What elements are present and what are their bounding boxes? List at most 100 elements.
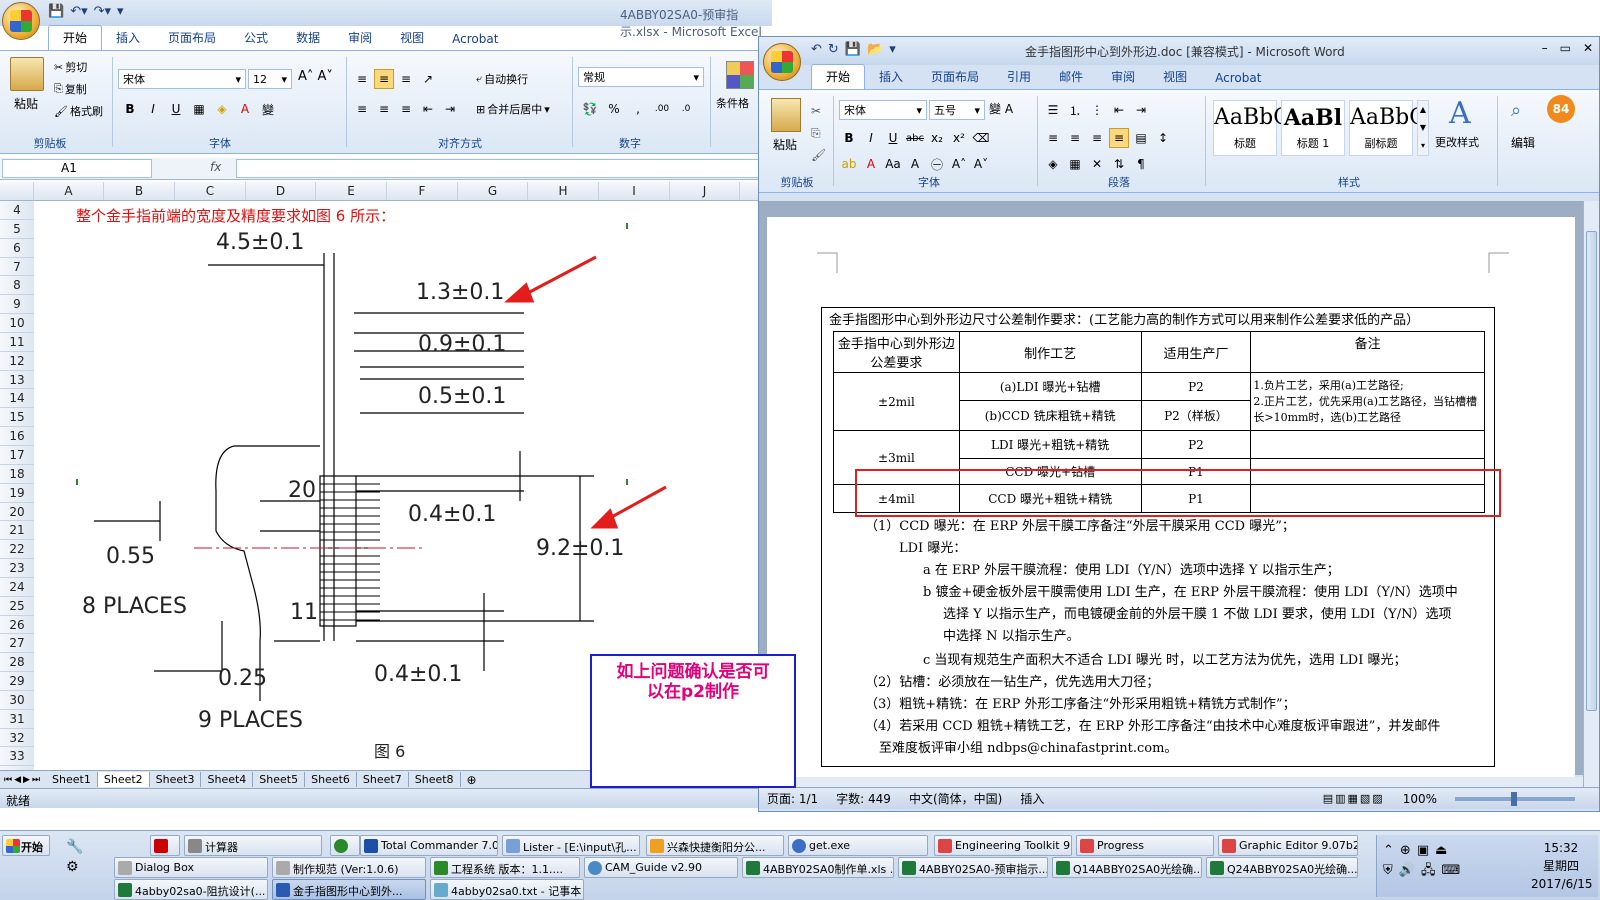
shading-icon[interactable]: ◈: [1043, 154, 1063, 174]
zoom-slider[interactable]: [1455, 791, 1575, 806]
align-middle-icon[interactable]: ≡: [374, 69, 394, 89]
taskbar-xingsen[interactable]: 兴森快捷衡阳分公...: [646, 835, 784, 856]
open-icon[interactable]: 📂: [867, 42, 883, 57]
row-header[interactable]: 29: [0, 672, 34, 691]
tab-view[interactable]: 视图: [1149, 65, 1201, 89]
row-header[interactable]: 7: [0, 257, 34, 277]
tray-security-icon[interactable]: ⛨: [1383, 863, 1399, 878]
row-header[interactable]: 33: [0, 747, 34, 767]
tray-update-icon[interactable]: ⊕: [1400, 843, 1417, 858]
save-icon[interactable]: 💾: [845, 42, 861, 57]
increase-indent-icon[interactable]: ⇥: [1131, 100, 1151, 120]
font-name-combo[interactable]: 宋体 ▾: [118, 69, 246, 89]
tab-acrobat[interactable]: Acrobat: [1201, 68, 1275, 89]
copy-button[interactable]: ⎘ 复制: [54, 81, 87, 97]
redo-icon[interactable]: ↷▾: [94, 4, 111, 19]
change-case-icon[interactable]: Aa: [883, 154, 903, 174]
style-subtitle[interactable]: AaBbC 副标题: [1349, 100, 1426, 156]
sheet-tab-4[interactable]: Sheet4: [201, 772, 254, 787]
tab-insert[interactable]: 插入: [865, 65, 917, 89]
phonetic-icon[interactable]: 變: [258, 99, 278, 119]
italic-icon[interactable]: I: [861, 128, 881, 148]
bold-icon[interactable]: B: [120, 99, 140, 119]
sheet-tab-8[interactable]: Sheet8: [409, 772, 461, 787]
tab-page-layout[interactable]: 页面布局: [917, 65, 993, 89]
taskbar-graphic-editor[interactable]: Graphic Editor 9.07b2...: [1218, 835, 1358, 856]
comma-icon[interactable]: ,: [628, 99, 648, 119]
scissors-icon[interactable]: ✂: [811, 100, 826, 122]
distribute-icon[interactable]: ▤: [1131, 128, 1151, 148]
clock[interactable]: 15:32 星期四 2017/6/15: [1531, 839, 1593, 893]
decrease-decimal-icon[interactable]: .0: [676, 99, 696, 119]
style-heading-1[interactable]: AaBl 标题 1: [1281, 100, 1345, 156]
accounting-icon[interactable]: 💱: [580, 99, 600, 119]
sheet-tab-6[interactable]: Sheet6: [305, 772, 357, 787]
orientation-icon[interactable]: ↗: [418, 69, 438, 89]
tab-view[interactable]: 视图: [386, 26, 438, 50]
zoom-slider-thumb[interactable]: [1511, 791, 1517, 806]
increase-decimal-icon[interactable]: .00: [652, 99, 672, 119]
row-header[interactable]: 27: [0, 634, 34, 654]
taskbar-impedance[interactable]: 4abby02sa0-阻抗设计(...: [114, 879, 268, 900]
italic-icon[interactable]: I: [143, 99, 163, 119]
tab-mailings[interactable]: 邮件: [1045, 65, 1097, 89]
line-spacing-icon[interactable]: ↕: [1153, 128, 1173, 148]
taskbar-engineering-system[interactable]: 工程系统 版本：1.1....: [430, 857, 580, 878]
col-i[interactable]: I: [599, 182, 670, 200]
styles-scroll-icon[interactable]: ▲ ▼ ▾: [1417, 100, 1429, 156]
redo-icon[interactable]: ↻: [828, 42, 839, 57]
font-name-combo[interactable]: 宋体 ▾: [839, 100, 927, 120]
highlight-icon[interactable]: ab: [839, 154, 859, 174]
tab-review[interactable]: 审阅: [334, 26, 386, 50]
row-header[interactable]: 22: [0, 540, 34, 560]
decrease-indent-icon[interactable]: ⇤: [418, 99, 438, 119]
row-header[interactable]: 23: [0, 559, 34, 578]
row-header[interactable]: 8: [0, 276, 34, 296]
status-language[interactable]: 中文(简体，中国): [909, 790, 1002, 807]
maximize-icon[interactable]: ▭: [1560, 41, 1571, 55]
taskbar-dialog-box[interactable]: Dialog Box: [114, 857, 268, 878]
row-header[interactable]: 9: [0, 295, 34, 315]
row-header[interactable]: 31: [0, 709, 34, 729]
taskbar-excel-review[interactable]: 4ABBY02SA0-预审指示....: [898, 857, 1048, 878]
row-header[interactable]: 13: [0, 370, 34, 390]
align-top-icon[interactable]: ≡: [352, 69, 372, 89]
status-words[interactable]: 字数: 449: [836, 790, 891, 807]
row-header[interactable]: 11: [0, 332, 34, 352]
change-styles-icon[interactable]: A: [1449, 96, 1471, 131]
col-b[interactable]: B: [104, 182, 175, 200]
row-header[interactable]: 24: [0, 577, 34, 597]
borders-icon[interactable]: ▦: [189, 99, 209, 119]
show-marks-icon[interactable]: ¶: [1131, 154, 1151, 174]
word-office-button[interactable]: [763, 43, 801, 81]
customize-icon[interactable]: ▾: [889, 42, 896, 57]
tab-insert[interactable]: 插入: [102, 26, 154, 50]
paste-button[interactable]: 粘贴: [773, 136, 797, 153]
clear-format-icon[interactable]: ⌫: [971, 128, 991, 148]
row-header[interactable]: 10: [0, 314, 34, 333]
quick-launch-icon[interactable]: ⚙: [66, 857, 108, 877]
horizontal-scrollbar[interactable]: [759, 777, 1583, 787]
tray-ime-icon[interactable]: ⌨: [1441, 863, 1466, 878]
tab-data[interactable]: 数据: [282, 26, 334, 50]
formula-input[interactable]: [236, 159, 766, 178]
row-header[interactable]: 28: [0, 653, 34, 673]
align-bottom-icon[interactable]: ≡: [396, 69, 416, 89]
tab-references[interactable]: 引用: [993, 65, 1045, 89]
taskbar-browser[interactable]: [330, 835, 360, 856]
status-page[interactable]: 页面: 1/1: [767, 790, 818, 807]
tab-home[interactable]: 开始: [48, 25, 103, 50]
style-title[interactable]: AaBbC 标题: [1213, 100, 1290, 156]
tab-home[interactable]: 开始: [811, 64, 866, 89]
row-header[interactable]: 14: [0, 389, 34, 409]
font-size-combo[interactable]: 五号 ▾: [929, 100, 985, 120]
chinese-layout-icon[interactable]: ✕: [1087, 154, 1107, 174]
tab-formulas[interactable]: 公式: [230, 26, 282, 50]
customize-icon[interactable]: ▾: [117, 4, 124, 19]
binoculars-icon[interactable]: ⌕: [1511, 100, 1521, 121]
cut-button[interactable]: ✂ 剪切: [54, 59, 87, 75]
taskbar-cam-guide[interactable]: CAM_Guide v2.90: [584, 857, 738, 878]
row-header[interactable]: 12: [0, 351, 34, 371]
tab-acrobat[interactable]: Acrobat: [438, 29, 512, 50]
brush-icon[interactable]: 🖌: [811, 144, 826, 166]
